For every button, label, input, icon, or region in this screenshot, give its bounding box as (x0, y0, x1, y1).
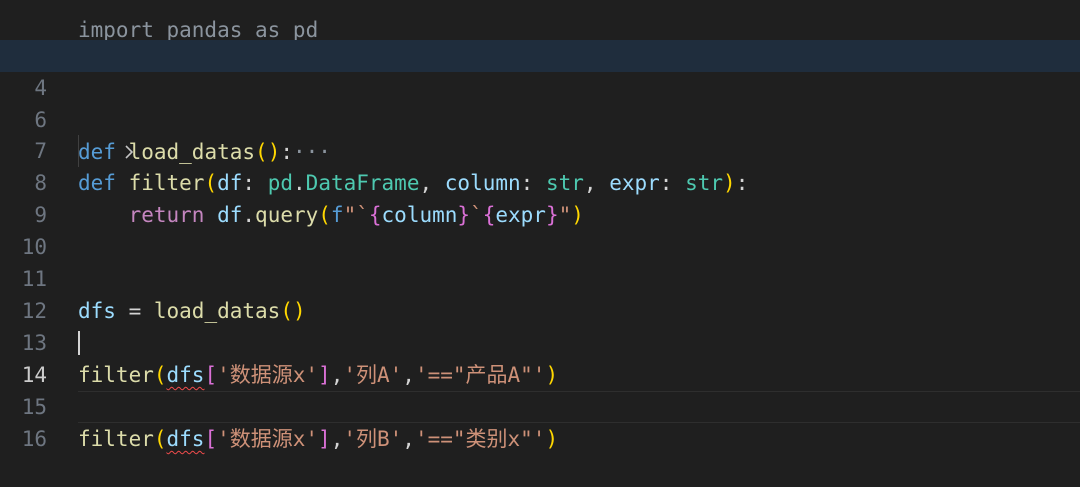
code-line-7[interactable]: 7 def filter(df: pd.DataFrame, column: s… (0, 103, 1080, 195)
code-text: filter(dfs['数据源x'],'列B','=="类别x"') (78, 427, 559, 451)
code-line-12[interactable]: 12 (0, 263, 1080, 323)
code-line-14[interactable]: 14 (0, 327, 1080, 423)
code-line-4[interactable]: 4 def load_datas():··· (0, 40, 1080, 164)
code-line-6[interactable]: 6 (0, 72, 1080, 132)
code-line-10[interactable]: 10 (0, 199, 1080, 259)
code-line-16[interactable]: 16 (0, 391, 1080, 451)
code-line-9[interactable]: 9 (0, 167, 1080, 227)
code-line-8[interactable]: 8 return df.query(f"`{column}`{expr}") (0, 135, 1080, 227)
code-line-15[interactable]: 15 filter(dfs['数据源x'],'列B','=="类别x"') (0, 359, 1080, 451)
code-editor[interactable]: import pandas as pd 3 4 def load_datas()… (0, 0, 1080, 455)
code-line-11[interactable]: 11 dfs = load_datas() (0, 231, 1080, 323)
error-squiggle: dfs (166, 427, 205, 451)
text-cursor (78, 331, 80, 355)
code-line-13[interactable]: 13 filter(dfs['数据源x'],'列A','=="产品A"') (0, 295, 1080, 387)
line-number: 16 (21, 427, 47, 451)
code-line-3[interactable]: 3 (0, 7, 1080, 67)
